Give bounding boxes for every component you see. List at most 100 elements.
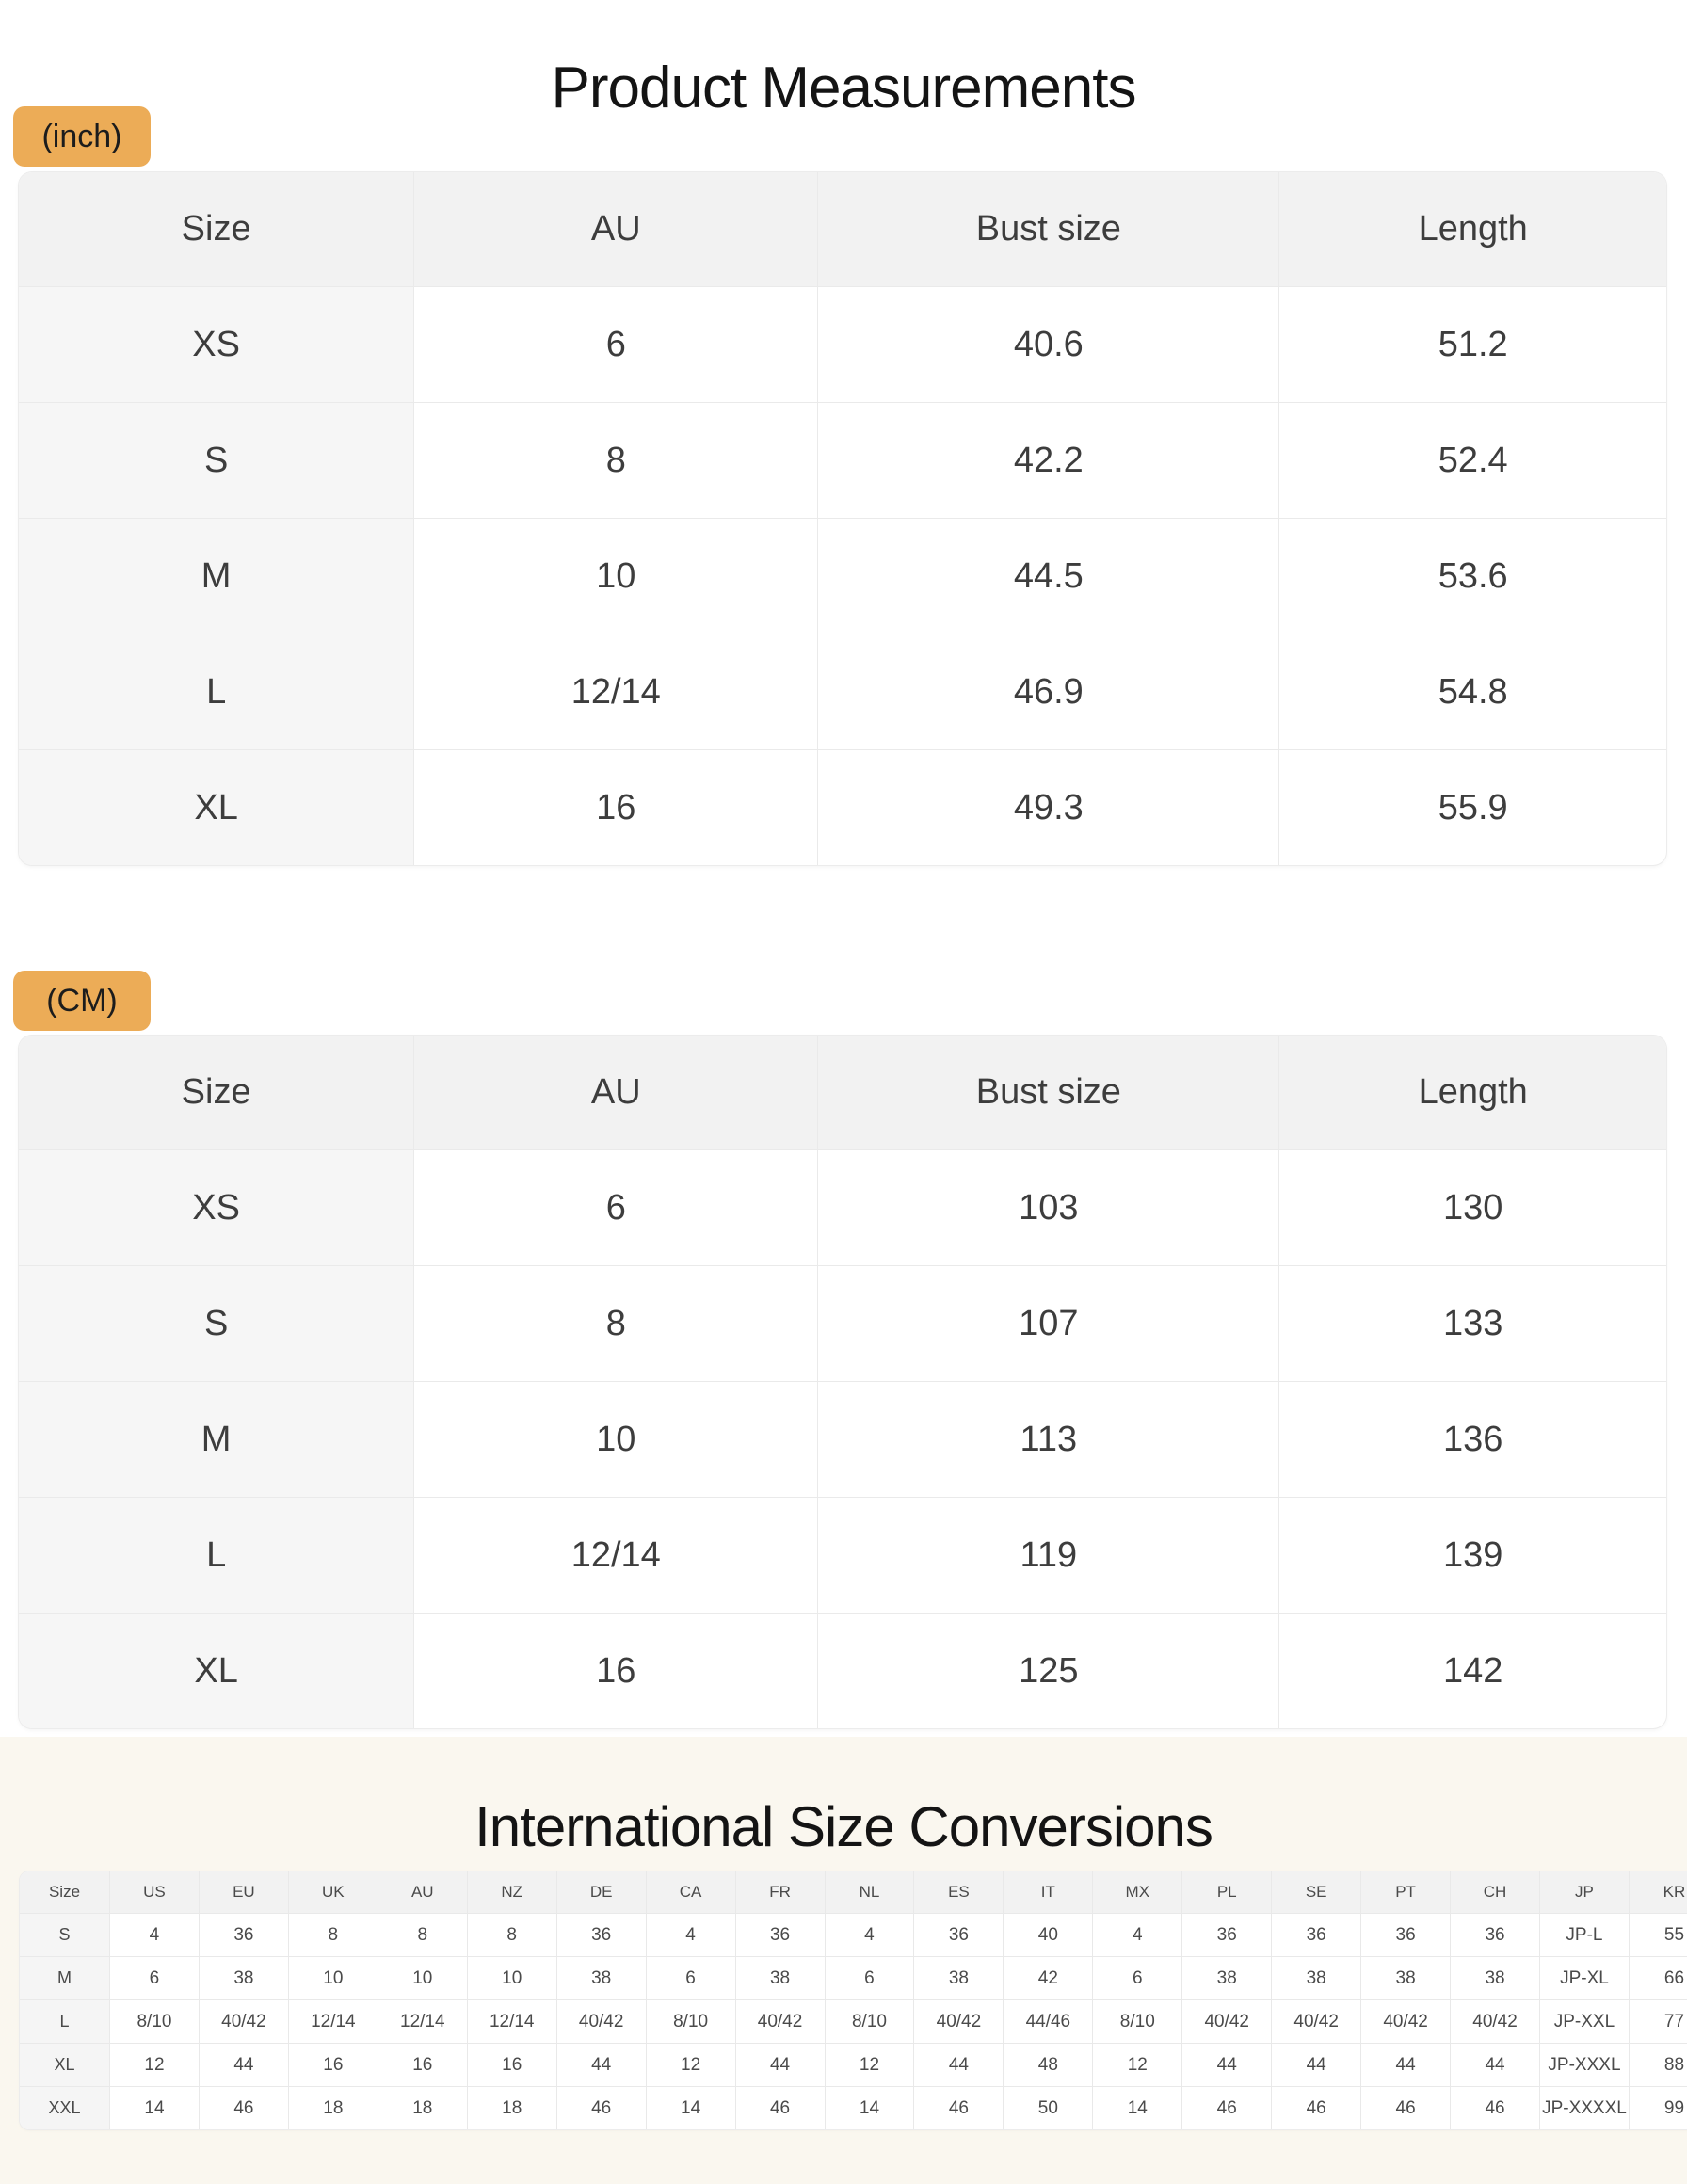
value-cell: 10 [414,519,818,634]
value-cell: 36 [200,1914,289,1957]
column-header-cell: US [110,1871,200,1914]
value-cell: 6 [414,287,818,403]
size-label-cell: L [20,2000,110,2044]
column-header-cell: NL [826,1871,915,1914]
value-cell: 8 [414,403,818,519]
value-cell: 46 [1451,2087,1540,2129]
value-cell: 54.8 [1279,634,1666,750]
value-cell: 4 [826,1914,915,1957]
size-label-cell: XS [19,1150,414,1266]
column-header-cell: PL [1182,1871,1272,1914]
table-row: M1044.553.6 [19,519,1666,634]
value-cell: JP-XL [1540,1957,1630,2000]
size-label-cell: S [20,1914,110,1957]
value-cell: 42.2 [818,403,1279,519]
unit-badge-cm: (CM) [13,971,151,1031]
value-cell: 36 [1272,1914,1361,1957]
value-cell: 6 [1093,1957,1182,2000]
value-cell: 16 [289,2044,378,2087]
value-cell: 44.5 [818,519,1279,634]
value-cell: 10 [378,1957,468,2000]
value-cell: 119 [818,1498,1279,1614]
value-cell: 44 [1361,2044,1451,2087]
column-header-cell: AU [378,1871,468,1914]
column-header-cell: Size [19,172,414,287]
value-cell: 46 [1361,2087,1451,2129]
column-header-cell: ES [914,1871,1004,1914]
value-cell: 38 [1182,1957,1272,2000]
page-title: Product Measurements [0,55,1687,121]
unit-badge-inch: (inch) [13,106,151,167]
column-header-cell: KR [1630,1871,1687,1914]
value-cell: 40/42 [914,2000,1004,2044]
value-cell: 52.4 [1279,403,1666,519]
size-label-cell: S [19,403,414,519]
value-cell: 40/42 [557,2000,647,2044]
value-cell: 6 [414,1150,818,1266]
column-header-cell: CA [647,1871,736,1914]
value-cell: 6 [110,1957,200,2000]
value-cell: 10 [414,1382,818,1498]
value-cell: 18 [289,2087,378,2129]
value-cell: 38 [736,1957,826,2000]
international-conversions-title: International Size Conversions [0,1794,1687,1859]
value-cell: 46 [200,2087,289,2129]
value-cell: 36 [1451,1914,1540,1957]
column-header-cell: Length [1279,1036,1666,1150]
value-cell: 44 [1182,2044,1272,2087]
value-cell: 46 [914,2087,1004,2129]
table-row: L8/1040/4212/1412/1412/1440/428/1040/428… [20,2000,1687,2044]
size-label-cell: M [19,519,414,634]
value-cell: 8 [468,1914,557,1957]
value-cell: 136 [1279,1382,1666,1498]
value-cell: 12/14 [468,2000,557,2044]
size-label-cell: XXL [20,2087,110,2129]
value-cell: 18 [378,2087,468,2129]
value-cell: 51.2 [1279,287,1666,403]
column-header-cell: JP [1540,1871,1630,1914]
value-cell: 40/42 [1451,2000,1540,2044]
value-cell: 103 [818,1150,1279,1266]
table-row: XS640.651.2 [19,287,1666,403]
international-size-conversions-table: SizeUSEUUKAUNZDECAFRNLESITMXPLSEPTCHJPKR… [20,1871,1687,2129]
value-cell: JP-L [1540,1914,1630,1957]
column-header-cell: SE [1272,1871,1361,1914]
table-row: M6381010103863863842638383838JP-XL66 [20,1957,1687,2000]
value-cell: 12 [1093,2044,1182,2087]
column-header-cell: AU [414,1036,818,1150]
value-cell: 10 [289,1957,378,2000]
value-cell: 40/42 [736,2000,826,2044]
value-cell: 4 [110,1914,200,1957]
column-header-cell: Size [19,1036,414,1150]
value-cell: 6 [647,1957,736,2000]
column-header-cell: IT [1004,1871,1093,1914]
value-cell: 14 [1093,2087,1182,2129]
table-row: M10113136 [19,1382,1666,1498]
value-cell: 12 [826,2044,915,2087]
table-row: XXL14461818184614461446501446464646JP-XX… [20,2087,1687,2129]
value-cell: 8 [414,1266,818,1382]
table-row: XL1649.355.9 [19,750,1666,865]
table-row: L12/1446.954.8 [19,634,1666,750]
value-cell: 38 [1361,1957,1451,2000]
column-header-cell: Bust size [818,172,1279,287]
value-cell: 12 [647,2044,736,2087]
value-cell: JP-XXL [1540,2000,1630,2044]
column-header-cell: CH [1451,1871,1540,1914]
value-cell: 88 [1630,2044,1687,2087]
value-cell: 107 [818,1266,1279,1382]
value-cell: 38 [200,1957,289,2000]
value-cell: 38 [914,1957,1004,2000]
value-cell: 46 [1182,2087,1272,2129]
value-cell: 8/10 [1093,2000,1182,2044]
value-cell: 38 [1272,1957,1361,2000]
column-header-cell: Bust size [818,1036,1279,1150]
value-cell: 53.6 [1279,519,1666,634]
value-cell: 12/14 [414,1498,818,1614]
inch-measurements-table: SizeAUBust sizeLengthXS640.651.2S842.252… [19,172,1666,865]
value-cell: 113 [818,1382,1279,1498]
column-header-cell: Length [1279,172,1666,287]
value-cell: 42 [1004,1957,1093,2000]
table-row: XL12441616164412441244481244444444JP-XXX… [20,2044,1687,2087]
value-cell: 55.9 [1279,750,1666,865]
